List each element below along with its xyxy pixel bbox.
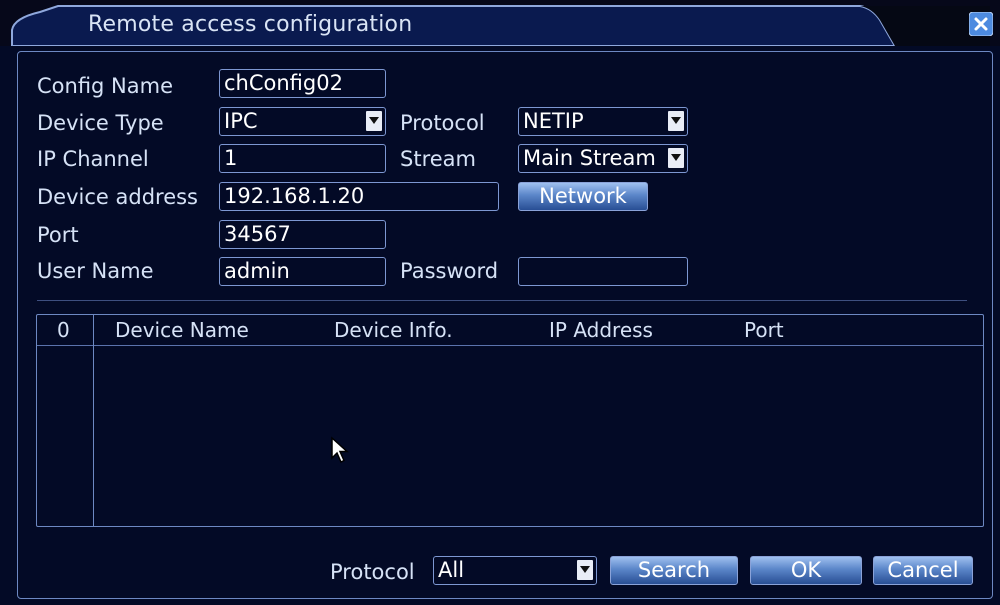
column-divider [93, 315, 94, 526]
network-button[interactable]: Network [518, 182, 648, 211]
window-title: Remote access configuration [88, 12, 413, 37]
column-ip-address: IP Address [549, 318, 653, 342]
column-port: Port [744, 318, 784, 342]
stream-label: Stream [400, 147, 476, 171]
column-index: 0 [57, 318, 70, 342]
device-address-label: Device address [37, 185, 198, 209]
password-label: Password [400, 259, 499, 283]
column-device-name: Device Name [115, 318, 249, 342]
port-label: Port [37, 223, 79, 247]
user-name-label: User Name [37, 259, 154, 283]
protocol-filter-label: Protocol [330, 560, 415, 584]
protocol-label: Protocol [400, 111, 485, 135]
protocol-dropdown[interactable]: NETIP [518, 107, 688, 136]
protocol-filter-value: All [438, 558, 465, 582]
device-address-field[interactable]: 192.168.1.20 [219, 182, 499, 211]
protocol-value: NETIP [523, 109, 584, 133]
device-type-dropdown[interactable]: IPC [219, 107, 386, 136]
password-field[interactable] [518, 257, 688, 286]
mouse-pointer-icon [331, 436, 349, 464]
ip-channel-label: IP Channel [37, 147, 149, 171]
column-device-info: Device Info. [334, 318, 453, 342]
ip-channel-field[interactable]: 1 [219, 144, 386, 173]
protocol-filter-dropdown[interactable]: All [433, 556, 597, 585]
stream-dropdown[interactable]: Main Stream [518, 144, 688, 173]
close-icon [969, 12, 993, 36]
chevron-down-icon [577, 560, 593, 580]
config-name-label: Config Name [37, 74, 174, 98]
device-type-value: IPC [224, 109, 258, 133]
chevron-down-icon [668, 111, 684, 131]
chevron-down-icon [366, 111, 382, 131]
table-header: 0 Device Name Device Info. IP Address Po… [37, 315, 983, 346]
ok-button[interactable]: OK [750, 556, 862, 585]
divider [37, 300, 967, 301]
remote-access-dialog: Remote access configuration Config Name … [0, 0, 1000, 605]
chevron-down-icon [668, 148, 684, 168]
user-name-field[interactable]: admin [219, 257, 386, 286]
title-bar: Remote access configuration [0, 0, 1000, 46]
config-name-field[interactable]: chConfig02 [219, 69, 386, 98]
close-button[interactable] [969, 12, 993, 36]
device-type-label: Device Type [37, 111, 164, 135]
stream-value: Main Stream [523, 146, 656, 170]
device-table[interactable]: 0 Device Name Device Info. IP Address Po… [36, 314, 984, 527]
cancel-button[interactable]: Cancel [873, 556, 973, 585]
search-button[interactable]: Search [610, 556, 738, 585]
port-field[interactable]: 34567 [219, 220, 386, 249]
